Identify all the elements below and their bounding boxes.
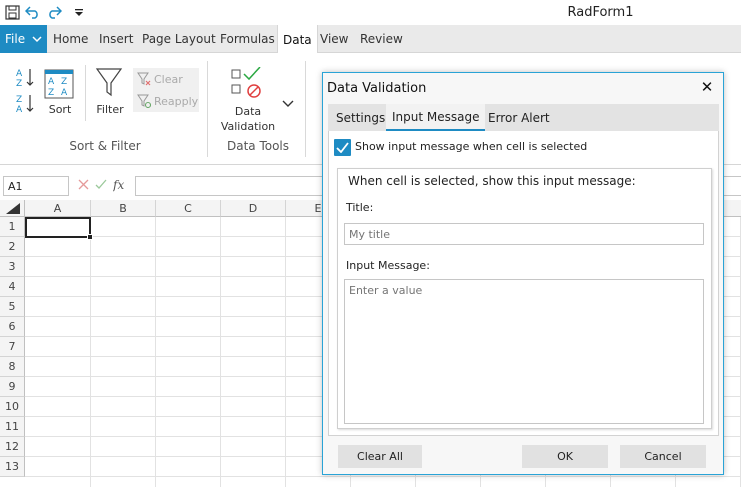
confirm-formula-icon[interactable] [95,179,107,193]
row-header-3[interactable]: 3 [0,257,25,277]
svg-text:A: A [16,69,23,79]
reapply-button[interactable]: Reapply [154,95,198,108]
sort-button-label: Sort [48,103,72,116]
svg-text:A: A [61,88,68,98]
title-bar: RadForm1 [0,0,741,25]
row-header-11[interactable]: 11 [0,417,25,437]
tab-settings[interactable]: Settings [330,104,391,131]
sort-icon: AZZA [44,69,74,99]
reapply-icon [137,94,152,111]
column-header-d[interactable]: D [221,200,286,217]
row-header-7[interactable]: 7 [0,337,25,357]
grid-line [90,217,91,487]
svg-text:Z: Z [16,95,22,105]
column-header-b[interactable]: B [91,200,156,217]
formula-buttons: fx [75,176,131,196]
row-header-12[interactable]: 12 [0,437,25,457]
grid-line [25,476,741,477]
row-header-8[interactable]: 8 [0,357,25,377]
window-title-text: RadForm1 [567,5,634,20]
tab-insert[interactable]: Insert [94,25,138,53]
tab-view[interactable]: View [315,25,353,53]
checkmark-icon [336,142,349,153]
grid-line [220,217,221,487]
data-validation-label-line1: Data [234,105,262,118]
fill-handle[interactable] [87,234,93,240]
ribbon-group-separator [305,61,306,157]
tab-home[interactable]: Home [48,25,93,53]
cancel-formula-icon[interactable] [78,179,89,193]
show-message-label[interactable]: Show input message when cell is selected [355,140,587,153]
selected-cell[interactable] [25,217,91,238]
tab-data[interactable]: Data [277,25,318,54]
sort-button[interactable]: AZZA [44,69,76,99]
clear-button[interactable]: Clear [154,73,183,86]
row-header-10[interactable]: 10 [0,397,25,417]
input-message-textarea[interactable] [344,279,704,424]
dialog-title: Data Validation [327,81,427,96]
ribbon-group-separator [207,61,208,157]
ribbon-separator [85,65,86,121]
clear-all-button[interactable]: Clear All [338,445,422,468]
sort-descending-icon[interactable]: ZA [16,93,36,118]
tab-input-message[interactable]: Input Message [386,104,486,131]
clear-filter-icon [137,72,151,89]
row-header-13[interactable]: 13 [0,457,25,477]
file-tab[interactable]: File [0,25,47,53]
svg-text:fx: fx [113,178,124,192]
row-header-9[interactable]: 9 [0,377,25,397]
data-validation-dialog: Data Validation ✕ Settings Input Message… [322,72,724,475]
data-validation-label-line2: Validation [220,120,276,133]
input-message-heading: When cell is selected, show this input m… [348,174,636,188]
tab-formulas[interactable]: Formulas [215,25,280,53]
show-message-checkbox[interactable] [334,139,351,156]
row-header-2[interactable]: 2 [0,237,25,257]
sort-filter-group-label: Sort & Filter [69,139,141,153]
sort-ascending-icon[interactable]: AZ [16,67,36,92]
data-validation-icon[interactable] [230,66,266,104]
svg-text:Z: Z [61,77,67,87]
data-validation-button[interactable]: Data Validation [215,104,281,134]
name-box[interactable]: A1 [3,176,69,196]
filter-icon[interactable] [95,67,123,102]
input-message-label: Input Message: [346,259,430,272]
svg-text:A: A [16,105,23,115]
svg-text:A: A [48,77,55,87]
ok-button[interactable]: OK [522,445,608,468]
row-header-6[interactable]: 6 [0,317,25,337]
svg-text:Z: Z [16,79,22,89]
grid-line [155,217,156,487]
data-tools-group-label: Data Tools [226,139,290,153]
row-header-5[interactable]: 5 [0,297,25,317]
tab-review[interactable]: Review [355,25,408,53]
data-validation-dropdown-icon[interactable] [282,97,294,111]
cancel-button[interactable]: Cancel [620,445,706,468]
tab-page-layout[interactable]: Page Layout [137,25,221,53]
insert-function-icon[interactable]: fx [112,178,129,195]
grid-line [285,217,286,487]
close-icon[interactable]: ✕ [697,77,717,97]
window-title: RadForm1 [0,5,741,20]
file-tab-label: File [5,32,26,46]
svg-text:Z: Z [48,88,54,98]
row-header-1[interactable]: 1 [0,217,25,237]
chevron-down-icon [32,32,42,46]
title-input[interactable] [344,223,704,245]
tab-error-alert[interactable]: Error Alert [482,104,556,131]
title-label: Title: [346,201,374,214]
filter-button-label[interactable]: Filter [90,102,130,117]
column-header-a[interactable]: A [25,200,91,217]
select-all-corner[interactable] [0,200,25,217]
row-header-4[interactable]: 4 [0,277,25,297]
column-header-c[interactable]: C [156,200,221,217]
